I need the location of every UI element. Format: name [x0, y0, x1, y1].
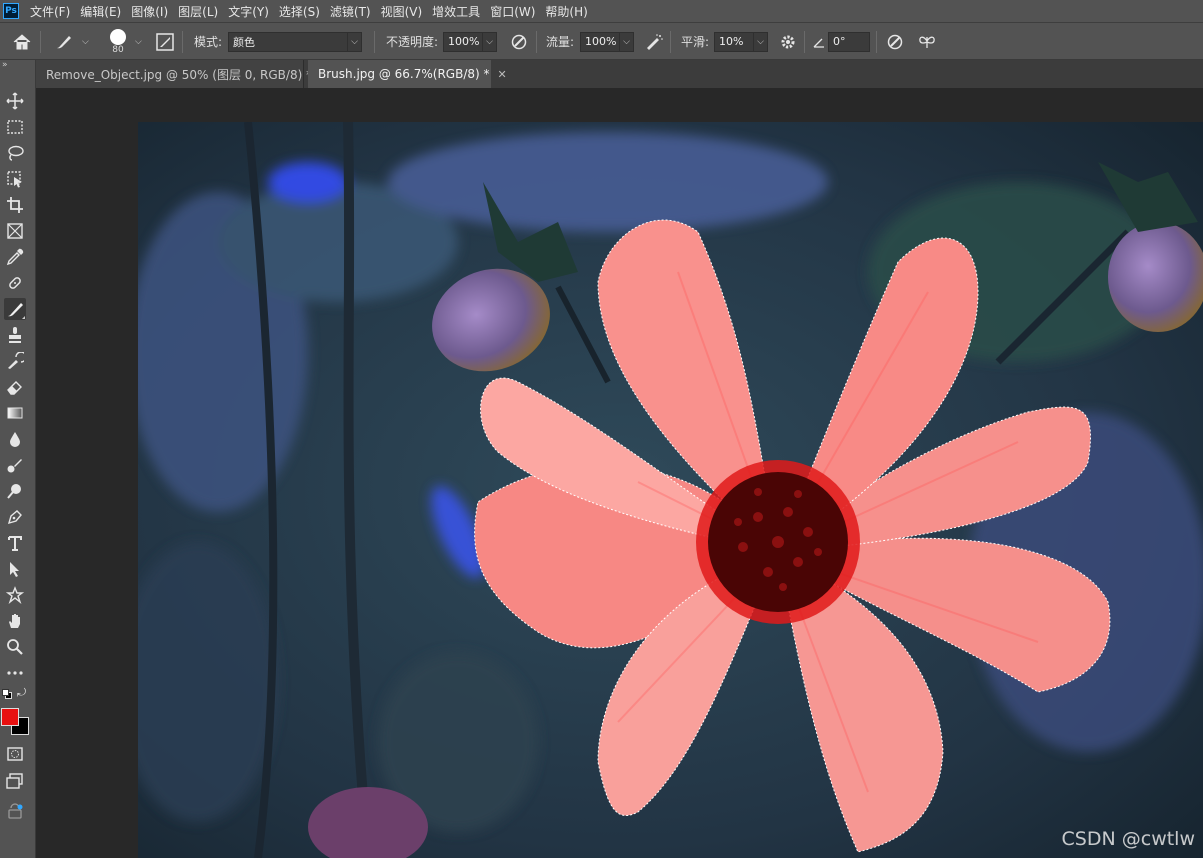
clone-stamp-tool-icon[interactable]: [4, 324, 26, 346]
move-tool-icon[interactable]: [4, 90, 26, 112]
menu-edit[interactable]: 编辑(E): [75, 3, 126, 20]
pen-tool-icon[interactable]: [4, 506, 26, 528]
brush-tool-icon[interactable]: [4, 298, 26, 320]
share-icon[interactable]: [4, 800, 26, 822]
close-icon[interactable]: ✕: [498, 68, 507, 81]
blur-tool-icon[interactable]: [4, 428, 26, 450]
menu-layer[interactable]: 图层(L): [173, 3, 223, 20]
zoom-tool-icon[interactable]: [4, 636, 26, 658]
menu-filter[interactable]: 滤镜(T): [325, 3, 376, 20]
menu-help[interactable]: 帮助(H): [540, 3, 592, 20]
airbrush-icon[interactable]: [644, 23, 664, 60]
angle-icon: [812, 23, 826, 60]
type-tool-icon[interactable]: [4, 532, 26, 554]
mode-label: 模式:: [194, 35, 223, 49]
expand-panel-icon[interactable]: »: [2, 60, 8, 70]
options-bar: ⌵ 80 ⌵ 模式: 颜色 ⌵ 不透明度: 100% ⌵ 流量: 100% ⌵ …: [0, 22, 1203, 60]
quick-mask-icon[interactable]: [4, 743, 26, 765]
foreground-color-swatch[interactable]: [1, 708, 19, 726]
flower-photo: [138, 122, 1203, 858]
marquee-tool-icon[interactable]: [4, 116, 26, 138]
pressure-opacity-icon[interactable]: [509, 23, 529, 60]
gear-icon[interactable]: [779, 23, 797, 60]
watermark-text: CSDN @cwtlw: [1061, 828, 1195, 850]
menu-file[interactable]: 文件(F): [25, 3, 75, 20]
menu-plugins[interactable]: 增效工具: [427, 3, 485, 20]
chevron-down-icon: ⌵: [620, 31, 634, 52]
tab-title: Brush.jpg @ 66.7%(RGB/8) *: [318, 67, 490, 81]
opacity-field[interactable]: 100% ⌵: [443, 23, 497, 60]
dodge-tool-icon[interactable]: [4, 480, 26, 502]
menu-bar: Ps 文件(F) 编辑(E) 图像(I) 图层(L) 文字(Y) 选择(S) 滤…: [0, 0, 1203, 22]
mode-select[interactable]: 颜色 ⌵: [228, 23, 362, 60]
tab-brush[interactable]: Brush.jpg @ 66.7%(RGB/8) * ✕: [308, 60, 507, 88]
angle-value: 0°: [828, 31, 870, 52]
menu-select[interactable]: 选择(S): [274, 3, 325, 20]
eyedropper-tool-icon[interactable]: [4, 246, 26, 268]
document-tabs: Remove_Object.jpg @ 50% (图层 0, RGB/8) * …: [36, 60, 1203, 88]
smoothing-value: 10%: [714, 31, 754, 52]
healing-brush-tool-icon[interactable]: [4, 272, 26, 294]
hand-tool-icon[interactable]: [4, 610, 26, 632]
pressure-size-icon[interactable]: [885, 23, 905, 60]
frame-tool-icon[interactable]: [4, 220, 26, 242]
history-brush-tool-icon[interactable]: [4, 350, 26, 372]
smoothing-label: 平滑:: [681, 35, 710, 49]
brush-size-picker[interactable]: 80: [110, 23, 126, 60]
menu-view[interactable]: 视图(V): [376, 3, 428, 20]
flow-label: 流量:: [546, 35, 575, 49]
tools-panel: » ⤾: [0, 60, 36, 858]
more-tools-icon[interactable]: [4, 662, 26, 684]
mode-value: 颜色: [228, 31, 348, 52]
crop-tool-icon[interactable]: [4, 194, 26, 216]
opacity-label: 不透明度:: [386, 35, 439, 49]
brush-settings-panel-icon[interactable]: [156, 23, 174, 60]
object-selection-tool-icon[interactable]: [4, 168, 26, 190]
swap-colors-icon[interactable]: ⤾: [17, 686, 26, 700]
smoothing-field[interactable]: 10% ⌵: [714, 23, 768, 60]
eraser-tool-icon[interactable]: [4, 376, 26, 398]
document-canvas[interactable]: CSDN @cwtlw: [138, 122, 1203, 858]
lasso-tool-icon[interactable]: [4, 142, 26, 164]
tab-remove-object[interactable]: Remove_Object.jpg @ 50% (图层 0, RGB/8) * …: [36, 60, 329, 88]
menu-window[interactable]: 窗口(W): [485, 3, 540, 20]
chevron-down-icon: ⌵: [483, 31, 497, 52]
color-replacement-tool-icon[interactable]: [4, 454, 26, 476]
gradient-tool-icon[interactable]: [4, 402, 26, 424]
symmetry-butterfly-icon[interactable]: [917, 23, 937, 60]
path-selection-tool-icon[interactable]: [4, 558, 26, 580]
tab-title: Remove_Object.jpg @ 50% (图层 0, RGB/8) *: [46, 67, 313, 82]
flow-field[interactable]: 100% ⌵: [580, 23, 634, 60]
home-icon[interactable]: [12, 23, 32, 60]
default-colors-icon[interactable]: [2, 689, 12, 699]
brush-tool-preset-icon[interactable]: ⌵: [54, 23, 89, 60]
photoshop-logo-icon: Ps: [3, 3, 19, 19]
brush-size-value: 80: [112, 44, 124, 55]
brush-tip-icon: [110, 28, 126, 45]
menu-type[interactable]: 文字(Y): [223, 3, 274, 20]
brush-size-dropdown-icon[interactable]: ⌵: [135, 23, 142, 60]
chevron-down-icon: ⌵: [754, 31, 768, 52]
menu-image[interactable]: 图像(I): [126, 3, 173, 20]
chevron-down-icon: ⌵: [348, 31, 362, 52]
screen-mode-icon[interactable]: [4, 770, 26, 792]
opacity-value: 100%: [443, 31, 483, 52]
flow-value: 100%: [580, 31, 620, 52]
custom-shape-tool-icon[interactable]: [4, 584, 26, 606]
angle-field[interactable]: 0°: [828, 23, 870, 60]
